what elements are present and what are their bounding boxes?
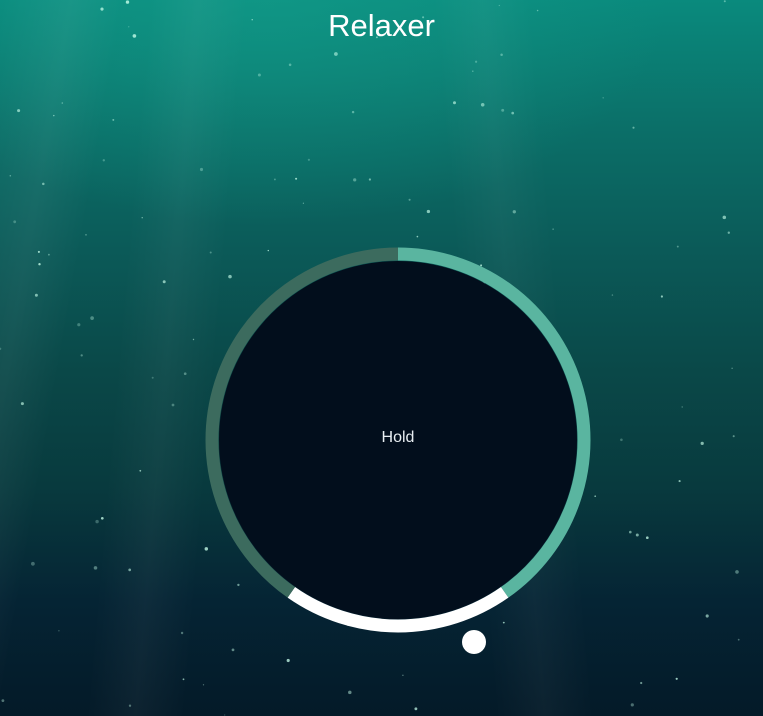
app-title: Relaxer xyxy=(328,8,435,43)
particle-dot xyxy=(202,684,205,686)
particle-dot xyxy=(700,441,704,446)
particle-dot xyxy=(112,118,115,121)
particle-dot xyxy=(351,110,355,114)
breathing-widget: Hold xyxy=(205,247,591,633)
particle-dot xyxy=(594,495,597,498)
particle-dot xyxy=(681,406,683,408)
particle-dot xyxy=(348,690,352,695)
particle-dot xyxy=(102,159,105,162)
particle-dot xyxy=(705,614,709,618)
particle-dot xyxy=(192,338,195,341)
particle-dot xyxy=(128,704,132,707)
particle-dot xyxy=(402,674,404,677)
particle-dot xyxy=(474,60,478,63)
particle-dot xyxy=(42,182,45,186)
particle-dot xyxy=(602,96,605,99)
particle-dot xyxy=(552,228,554,230)
particle-dot xyxy=(95,519,99,524)
particle-dot xyxy=(620,438,623,442)
particle-dot xyxy=(302,202,304,204)
particle-dot xyxy=(472,70,474,72)
particle-dot xyxy=(128,568,132,572)
particle-dot xyxy=(645,536,649,540)
particle-dot xyxy=(678,480,681,483)
particle-dot xyxy=(416,235,419,238)
particle-dot xyxy=(426,209,431,214)
particle-dot xyxy=(480,103,485,107)
particle-dot xyxy=(353,178,357,182)
particle-dot xyxy=(501,108,505,112)
particle-dot xyxy=(611,294,614,296)
particle-dot xyxy=(286,658,290,663)
particle-dot xyxy=(722,215,727,220)
particle-dot xyxy=(125,0,130,4)
particle-dot xyxy=(151,376,154,379)
particle-dot xyxy=(414,707,418,711)
particle-dot xyxy=(257,73,261,77)
particle-dot xyxy=(180,631,184,635)
particle-dot xyxy=(199,167,204,172)
particle-dot xyxy=(171,403,175,407)
particle-dot xyxy=(90,316,94,320)
particle-dot xyxy=(737,638,740,641)
particle-dot xyxy=(288,63,292,67)
particle-dot xyxy=(512,210,516,214)
particle-dot xyxy=(368,178,372,181)
particle-dot xyxy=(0,347,2,350)
particle-dot xyxy=(162,280,166,284)
particle-dot xyxy=(37,250,40,253)
progress-pointer xyxy=(462,630,486,654)
particle-dot xyxy=(498,4,500,7)
particle-dot xyxy=(141,217,143,219)
particle-dot xyxy=(723,0,726,3)
particle-dot xyxy=(38,262,41,266)
particle-dot xyxy=(511,111,515,115)
particle-dot xyxy=(295,177,298,180)
particle-dot xyxy=(224,714,226,716)
particle-dot xyxy=(53,114,55,117)
particle-dot xyxy=(635,533,639,537)
particle-dot xyxy=(34,293,38,297)
particle-dot xyxy=(100,516,104,520)
particle-dot xyxy=(17,109,21,113)
particle-dot xyxy=(182,678,185,681)
phase-label: Hold xyxy=(381,429,415,446)
particle-dot xyxy=(732,435,735,438)
particle-dot xyxy=(731,367,733,369)
particle-dot xyxy=(58,630,60,632)
particle-dot xyxy=(675,677,678,680)
particle-dot xyxy=(93,566,98,570)
particle-dot xyxy=(676,245,679,248)
particle-dot xyxy=(1,699,5,703)
particle-dot xyxy=(231,648,235,652)
particle-dot xyxy=(273,178,276,181)
particle-dot xyxy=(85,234,87,236)
particle-dot xyxy=(31,561,35,566)
particle-dot xyxy=(640,681,643,685)
particle-dot xyxy=(334,52,338,56)
particle-dot xyxy=(632,126,635,129)
particle-dot xyxy=(139,469,142,472)
particle-dot xyxy=(500,53,503,57)
particle-dot xyxy=(307,158,311,161)
particle-dot xyxy=(453,101,456,105)
particle-dot xyxy=(13,220,17,224)
particle-dot xyxy=(629,530,632,534)
particle-dot xyxy=(48,253,50,256)
particle-dot xyxy=(9,174,12,177)
particle-dot xyxy=(77,323,81,327)
particle-dot xyxy=(727,231,730,234)
particle-dot xyxy=(61,102,64,104)
particle-dot xyxy=(183,372,187,376)
particle-dot xyxy=(408,198,411,201)
particle-dot xyxy=(660,295,664,298)
particle-dot xyxy=(630,703,634,707)
particle-dot xyxy=(80,354,83,357)
particle-dot xyxy=(735,570,739,574)
particle-dot xyxy=(20,402,24,406)
